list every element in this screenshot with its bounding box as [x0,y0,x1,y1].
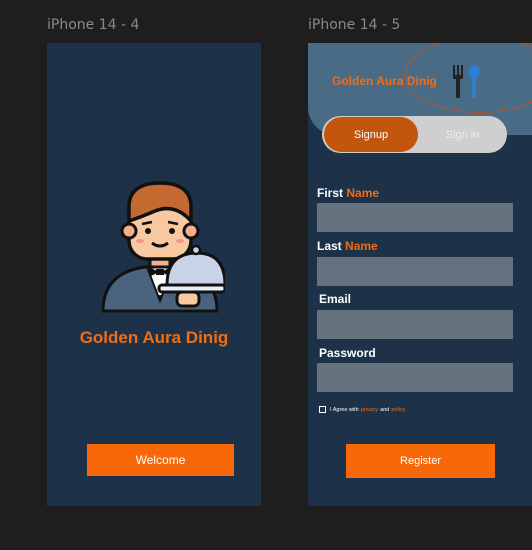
last-name-label-a: Last [317,239,342,253]
last-name-field[interactable] [317,257,513,286]
password-field[interactable] [317,363,513,392]
signup-screen: Golden Aura Dinig Signup Sign in First N… [308,43,532,506]
welcome-button[interactable]: Welcome [87,444,234,476]
tab-signup[interactable]: Signup [324,117,418,152]
agree-text: I Agree with [330,406,359,413]
first-name-label-b: Name [346,186,380,200]
agree-row: I Agree with privacy and policy [319,406,407,413]
frame-label-1: iPhone 14 - 4 [47,17,140,33]
app-title: Golden Aura Dinig [79,328,229,347]
waiter-illustration [95,181,227,321]
email-field[interactable] [317,310,513,339]
password-label: Password [319,346,376,360]
email-label: Email [319,292,352,306]
agree-checkbox[interactable] [319,406,326,413]
first-name-label: First Name [317,186,379,200]
utensils-icon [451,63,481,104]
policy-link[interactable]: policy [391,407,405,413]
first-name-label-a: First [317,186,344,200]
tab-signin[interactable]: Sign in [418,116,507,153]
last-name-label: Last Name [317,239,378,253]
auth-toggle: Signup Sign in [322,116,507,153]
frame-label-2: iPhone 14 - 5 [308,17,401,33]
agree-and: and [380,406,390,413]
first-name-field[interactable] [317,203,513,232]
splash-screen: Golden Aura Dinig Welcome [47,43,261,506]
last-name-label-b: Name [345,239,378,253]
register-button[interactable]: Register [346,444,495,478]
privacy-link[interactable]: privacy [361,407,378,413]
